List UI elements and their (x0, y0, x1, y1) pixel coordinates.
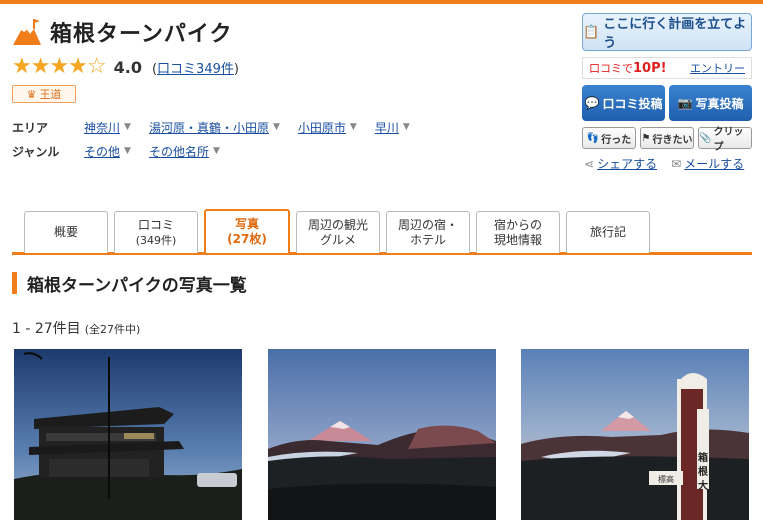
review-count-link[interactable]: (口コミ349件) (152, 58, 239, 77)
photo-fuji-dawn (268, 349, 496, 520)
mail-icon: ✉ (671, 156, 682, 171)
page-title: 箱根ターンパイク (50, 22, 233, 47)
photo-building-dusk (14, 349, 242, 520)
rating-score: 4.0 (113, 57, 142, 77)
badge-icon: ♛ (26, 87, 37, 101)
share-row: ⋖ シェアする ✉ メールする (582, 155, 752, 172)
tab-sub: ホテル (409, 232, 446, 247)
went-button[interactable]: 👣 行った (582, 127, 636, 149)
svg-text:大: 大 (698, 479, 708, 492)
count-total: (全27件中) (84, 323, 141, 336)
tab-label: 概要 (53, 225, 78, 239)
entry-link[interactable]: エントリー (690, 60, 745, 76)
area-link-yugawara[interactable]: 湯河原・真鶴・小田原 (149, 119, 269, 136)
points-banner: 口コミで10P! エントリー (582, 57, 752, 79)
status-buttons: 👣 行った ⚑ 行きたい 📎 クリップ (582, 127, 752, 153)
dropdown-arrow-icon[interactable]: ▼ (273, 122, 280, 132)
genre-label: ジャンル (12, 144, 60, 159)
share-icon: ⋖ (584, 156, 595, 171)
photo-post-button[interactable]: 📷 写真投稿 (669, 85, 752, 121)
tab-label: 周辺の宿・ (397, 217, 458, 232)
want-label: 行きたい (652, 134, 693, 146)
dropdown-arrow-icon[interactable]: ▼ (403, 122, 410, 132)
area-label: エリア (12, 120, 49, 135)
tab-nearby-hotels[interactable]: 周辺の宿・ ホテル (386, 211, 470, 253)
area-link-odawara[interactable]: 小田原市 (298, 119, 346, 136)
section-heading: 箱根ターンパイクの写真一覧 (12, 272, 247, 296)
area-link-kanagawa[interactable]: 神奈川 (84, 119, 120, 136)
want-button[interactable]: ⚑ 行きたい (640, 127, 694, 149)
photo-post-label: 写真投稿 (695, 96, 744, 111)
went-label: 行った (601, 134, 632, 146)
clip-button[interactable]: 📎 クリップ (698, 127, 752, 153)
photo-thumbnail-1[interactable] (14, 349, 242, 520)
clip-label: クリップ (713, 127, 744, 153)
plan-trip-button[interactable]: 📋 ここに行く計画を立てよう (582, 13, 752, 51)
tab-reviews[interactable]: 口コミ (349件) (114, 211, 198, 253)
camera-icon: 📷 (677, 96, 693, 110)
rating-stars: ★★★★☆ (12, 54, 107, 79)
flag-icon: ⚑ (641, 132, 651, 144)
mail-item[interactable]: ✉ メールする (671, 155, 744, 172)
footprint-icon: 👣 (586, 132, 600, 144)
photo-thumbnail-3[interactable]: 標高 箱 根 大 (521, 349, 749, 520)
tab-bar: 概要 口コミ (349件) 写真 (27枚) 周辺の観光 グルメ 周辺の宿・ ホ… (12, 209, 752, 255)
post-buttons: 💬 口コミ投稿 📷 写真投稿 (582, 85, 752, 121)
meta-info: エリア 神奈川 ▼ 湯河原・真鶴・小田原 ▼ 小田原市 ▼ 早川 ▼ ジャンル その他 ▼… (12, 115, 428, 163)
tab-sub: グルメ (319, 232, 356, 247)
area-row: エリア 神奈川 ▼ 湯河原・真鶴・小田原 ▼ 小田原市 ▼ 早川 ▼ (12, 115, 428, 139)
mail-link[interactable]: メールする (684, 155, 744, 172)
svg-text:箱: 箱 (698, 451, 708, 464)
tab-sub: 現地情報 (493, 232, 542, 247)
rating-row: ★★★★☆ 4.0 (口コミ349件) (12, 56, 239, 78)
svg-text:標高: 標高 (658, 474, 674, 484)
genre-row: ジャンル その他 ▼ その他名所 ▼ (12, 139, 428, 163)
points-text: 口コミで10P! (589, 61, 667, 76)
top-accent-line (0, 0, 763, 4)
dropdown-arrow-icon[interactable]: ▼ (124, 122, 131, 132)
review-post-button[interactable]: 💬 口コミ投稿 (582, 85, 665, 121)
plan-trip-label: ここに行く計画を立てよう (603, 17, 747, 51)
tab-label: 旅行記 (589, 225, 626, 239)
svg-text:根: 根 (698, 465, 708, 478)
tab-sub: (349件) (135, 233, 177, 247)
clipboard-icon: 📋 (583, 24, 600, 40)
tab-sub: (27枚) (227, 232, 267, 246)
heading-bar (12, 272, 17, 294)
tab-label: 周辺の観光 (307, 217, 368, 232)
tab-label: 口コミ (137, 217, 174, 232)
mountain-flag-icon (13, 19, 41, 45)
tab-nearby-sightseeing[interactable]: 周辺の観光 グルメ (296, 211, 380, 253)
royal-road-badge: ♛ 王道 (12, 85, 76, 103)
genre-link-other[interactable]: その他 (84, 143, 120, 160)
result-count: 1 - 27件目 (全27件中) (12, 318, 140, 338)
tab-local-info[interactable]: 宿からの 現地情報 (476, 211, 560, 253)
review-count-text[interactable]: 口コミ349件 (157, 62, 234, 77)
paperclip-icon: 📎 (699, 132, 712, 144)
badge-label: 王道 (39, 88, 62, 101)
action-panel: 📋 ここに行く計画を立てよう 口コミで10P! エントリー 💬 口コミ投稿 📷 … (582, 13, 752, 172)
share-item[interactable]: ⋖ シェアする (584, 155, 657, 172)
share-link[interactable]: シェアする (597, 155, 657, 172)
dropdown-arrow-icon[interactable]: ▼ (213, 146, 220, 156)
review-post-label: 口コミ投稿 (602, 96, 663, 111)
dropdown-arrow-icon[interactable]: ▼ (350, 122, 357, 132)
tab-overview[interactable]: 概要 (24, 211, 108, 253)
dropdown-arrow-icon[interactable]: ▼ (124, 146, 131, 156)
photo-fuji-signpost: 標高 箱 根 大 (521, 349, 749, 520)
tab-travelogue[interactable]: 旅行記 (566, 211, 650, 253)
page-header: 箱根ターンパイク (12, 16, 232, 48)
genre-link-other-spots[interactable]: その他名所 (149, 143, 209, 160)
tab-label: 宿からの (493, 217, 542, 232)
area-link-hayakawa[interactable]: 早川 (375, 119, 399, 136)
tab-photos[interactable]: 写真 (27枚) (204, 209, 290, 253)
tab-label: 写真 (234, 217, 259, 231)
section-title: 箱根ターンパイクの写真一覧 (27, 275, 247, 296)
points-value: 10P! (633, 61, 667, 76)
count-range: 1 - 27件目 (12, 321, 81, 337)
speech-bubble-icon: 💬 (584, 96, 600, 110)
photo-thumbnail-2[interactable] (268, 349, 496, 520)
